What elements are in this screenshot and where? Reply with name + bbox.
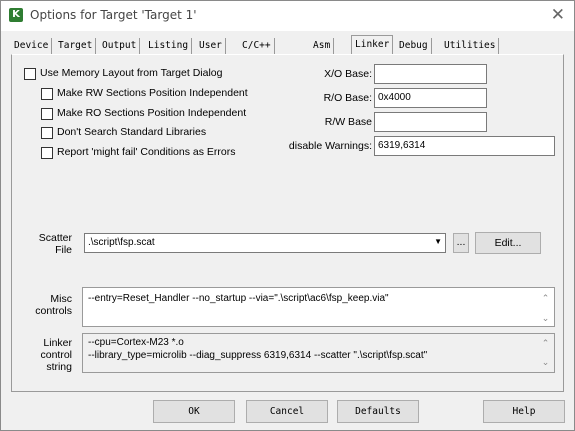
tab-linker[interactable]: Linker	[351, 35, 394, 55]
linker-panel: Use Memory Layout from Target Dialog Mak…	[11, 54, 564, 392]
use-memory-layout-checkbox[interactable]	[24, 68, 36, 80]
scatter-file-combobox[interactable]: .\script\fsp.scat ▼	[84, 233, 446, 253]
rw-base-input[interactable]	[374, 112, 487, 132]
rw-position-independent-checkbox[interactable]	[41, 88, 53, 100]
misc-controls-textarea[interactable]: --entry=Reset_Handler --no_startup --via…	[82, 287, 555, 327]
browse-scatter-button[interactable]: ...	[453, 233, 469, 253]
close-icon[interactable]: ✕	[551, 5, 565, 25]
title-bar: K Options for Target 'Target 1' ✕	[1, 1, 574, 31]
ro-base-input[interactable]: 0x4000	[374, 88, 487, 108]
tab-asm[interactable]: Asm	[310, 38, 335, 54]
xo-base-input[interactable]	[374, 64, 487, 84]
linker-control-label-line2: control	[40, 349, 72, 361]
scatter-file-value: .\script\fsp.scat	[88, 237, 155, 248]
cancel-button[interactable]: Cancel	[246, 400, 328, 423]
linker-control-string-label: Linker control string	[30, 337, 72, 373]
help-button[interactable]: Help	[483, 400, 565, 423]
report-might-fail-checkbox[interactable]	[41, 147, 53, 159]
tab-output[interactable]: Output	[99, 38, 141, 54]
scroll-up-icon[interactable]: ⌃	[537, 337, 554, 350]
chevron-down-icon[interactable]: ▼	[434, 237, 442, 246]
misc-controls-value: --entry=Reset_Handler --no_startup --via…	[88, 293, 389, 304]
dont-search-std-libs-label: Don't Search Standard Libraries	[57, 126, 207, 138]
linker-control-string-textarea[interactable]: --cpu=Cortex-M23 *.o --library_type=micr…	[82, 333, 555, 373]
tab-target[interactable]: Target	[55, 38, 97, 54]
ok-button[interactable]: OK	[153, 400, 235, 423]
linker-control-scrollbar[interactable]: ⌃ ⌄	[537, 334, 554, 372]
options-dialog: K Options for Target 'Target 1' ✕ Device…	[0, 0, 575, 431]
linker-control-label-line1: Linker	[43, 337, 72, 349]
edit-scatter-button[interactable]: Edit...	[475, 232, 541, 254]
disable-warnings-input[interactable]: 6319,6314	[374, 136, 555, 156]
linker-control-line1: --cpu=Cortex-M23 *.o	[88, 337, 184, 348]
report-might-fail-label: Report 'might fail' Conditions as Errors	[57, 146, 236, 158]
misc-controls-label: Misc controls	[30, 293, 72, 317]
scroll-down-icon[interactable]: ⌄	[537, 356, 554, 369]
defaults-button[interactable]: Defaults	[337, 400, 419, 423]
scroll-up-icon[interactable]: ⌃	[537, 291, 554, 305]
tab-listing[interactable]: Listing	[145, 38, 193, 54]
rw-base-label: R/W Base	[324, 116, 372, 128]
misc-label-line1: Misc	[50, 293, 72, 305]
tab-user[interactable]: User	[196, 38, 226, 54]
scroll-down-icon[interactable]: ⌄	[537, 311, 554, 325]
tab-c-cpp-ac6[interactable]: C/C++ (AC6)	[239, 38, 275, 67]
xo-base-label: X/O Base:	[324, 68, 372, 80]
ro-position-independent-checkbox[interactable]	[41, 108, 53, 120]
ro-base-label: R/O Base:	[323, 92, 372, 104]
tab-device[interactable]: Device	[11, 38, 53, 54]
misc-label-line2: controls	[35, 305, 72, 317]
ro-position-independent-label: Make RO Sections Position Independent	[57, 107, 247, 119]
scatter-label-line1: Scatter	[38, 232, 72, 244]
rw-position-independent-label: Make RW Sections Position Independent	[57, 87, 248, 99]
disable-warnings-label: disable Warnings:	[288, 140, 372, 152]
window-title: Options for Target 'Target 1'	[30, 8, 197, 22]
scatter-label-line2: File	[55, 244, 72, 256]
linker-control-label-line3: string	[46, 361, 72, 373]
tab-utilities[interactable]: Utilities	[441, 38, 500, 54]
misc-scrollbar[interactable]: ⌃ ⌄	[537, 288, 554, 326]
use-memory-layout-label: Use Memory Layout from Target Dialog	[40, 67, 223, 79]
tab-debug[interactable]: Debug	[396, 38, 432, 54]
linker-control-line2: --library_type=microlib --diag_suppress …	[88, 350, 428, 361]
dont-search-std-libs-checkbox[interactable]	[41, 127, 53, 139]
keil-app-icon: K	[9, 8, 23, 22]
scatter-file-label: Scatter File	[30, 232, 72, 256]
